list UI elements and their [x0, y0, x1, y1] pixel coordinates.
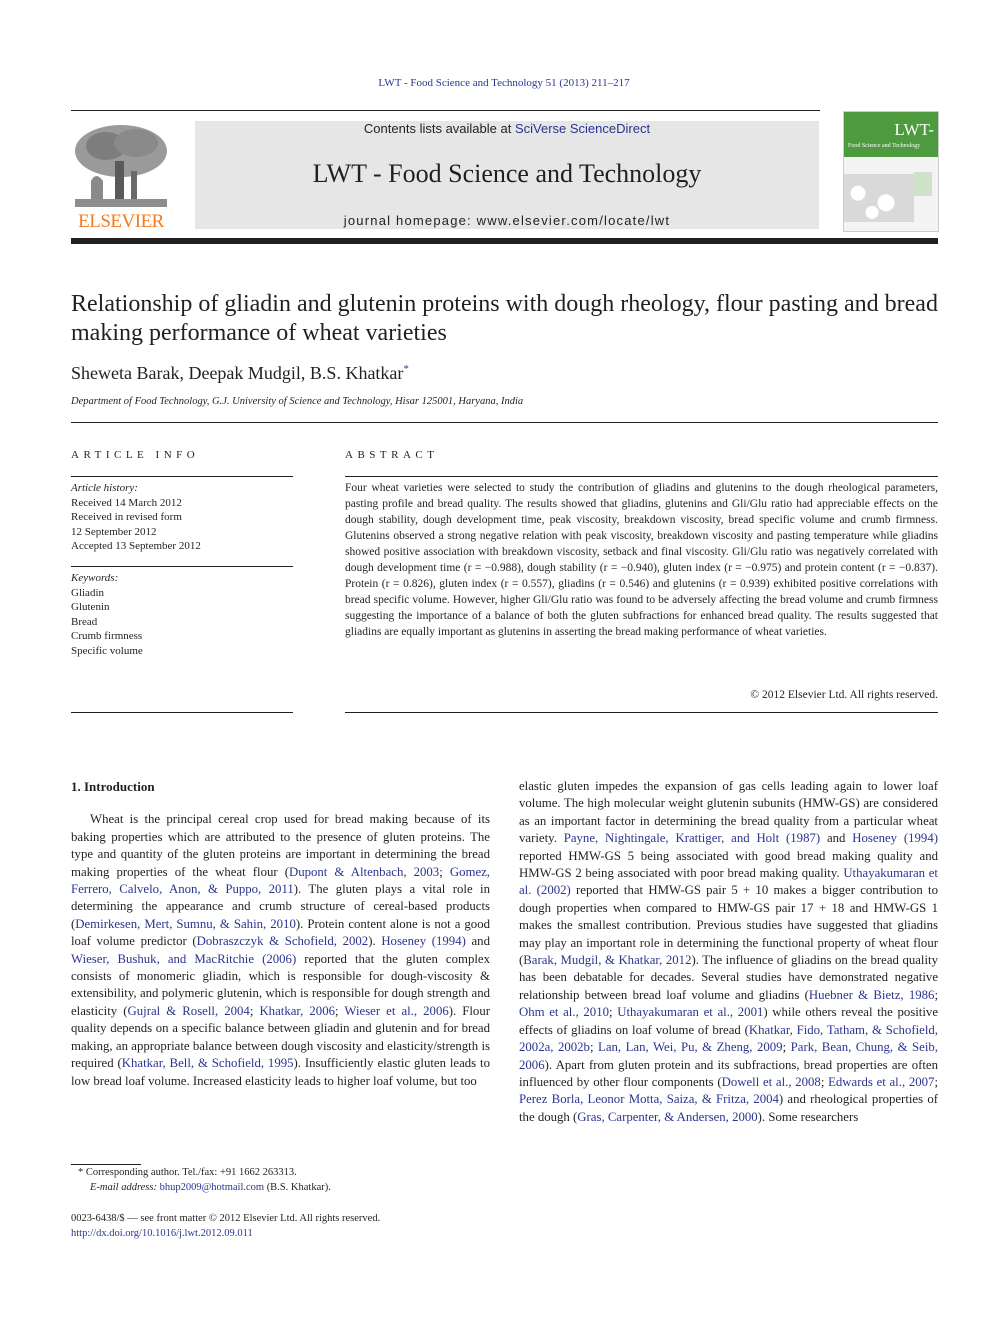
- citation-link[interactable]: Ohm et al., 2010: [519, 1005, 609, 1019]
- header-rule: [71, 110, 820, 111]
- keywords-label: Keywords:: [71, 572, 119, 584]
- cover-subtitle: Food Science and Technology: [848, 143, 921, 149]
- abstract-heading: ABSTRACT: [345, 449, 439, 461]
- keyword: Crumb firmness: [71, 630, 143, 642]
- keywords: Keywords: Gliadin Glutenin Bread Crumb f…: [71, 571, 293, 658]
- citation-link[interactable]: Wieser, Bushuk, and MacRitchie (2006): [71, 952, 296, 966]
- body-text: ;: [335, 1003, 345, 1018]
- corresponding-author-mark[interactable]: *: [403, 363, 409, 375]
- journal-homepage[interactable]: journal homepage: www.elsevier.com/locat…: [195, 213, 819, 228]
- citation-link[interactable]: Hoseney (1994): [381, 934, 466, 948]
- body-column-right: elastic gluten impedes the expansion of …: [519, 778, 938, 1126]
- corresponding-footnote: * Corresponding author. Tel./fax: +91 16…: [78, 1165, 331, 1195]
- affiliation-rule: [71, 422, 938, 423]
- article-title: Relationship of gliadin and glutenin pro…: [71, 291, 938, 346]
- elsevier-wordmark: ELSEVIER: [78, 211, 164, 232]
- divider: [71, 566, 293, 567]
- history-item: Received in revised form: [71, 511, 182, 523]
- divider: [71, 712, 293, 713]
- email-line: E-mail address: bhup2009@hotmail.com (B.…: [78, 1180, 331, 1195]
- header-thick-rule: [71, 238, 938, 244]
- body-text: ;: [439, 864, 450, 879]
- intro-paragraph-continued: elastic gluten impedes the expansion of …: [519, 778, 938, 1126]
- body-text: ).: [368, 934, 382, 949]
- citation-link[interactable]: Edwards et al., 2007: [828, 1075, 934, 1089]
- citation-link[interactable]: Dobraszczyk & Schofield, 2002: [197, 934, 369, 948]
- history-label: Article history:: [71, 482, 138, 494]
- keyword: Bread: [71, 615, 98, 628]
- cover-title: LWT-: [894, 120, 934, 139]
- history-item: 12 September 2012: [71, 525, 157, 538]
- body-text: ;: [782, 1040, 791, 1055]
- body-text: ;: [589, 1040, 599, 1055]
- citation-link[interactable]: Wieser et al., 2006: [344, 1004, 448, 1018]
- email-label: E-mail address:: [90, 1182, 160, 1193]
- cover-image: [844, 174, 914, 222]
- keyword: Gliadin: [71, 586, 104, 599]
- intro-paragraph: Wheat is the principal cereal crop used …: [71, 811, 490, 1090]
- author-list: Sheweta Barak, Deepak Mudgil, B.S. Khatk…: [71, 363, 404, 383]
- citation-link[interactable]: Hoseney (1994): [852, 831, 938, 845]
- citation-link[interactable]: Gras, Carpenter, & Andersen, 2000: [577, 1110, 757, 1124]
- history-item: Accepted 13 September 2012: [71, 540, 201, 552]
- journal-title: LWT - Food Science and Technology: [312, 159, 702, 188]
- citation-link[interactable]: Khatkar, Bell, & Schofield, 1995: [122, 1056, 294, 1070]
- contents-line: Contents lists available at SciVerse Sci…: [195, 121, 819, 136]
- front-matter: 0023-6438/$ — see front matter © 2012 El…: [71, 1211, 380, 1241]
- journal-banner: Contents lists available at SciVerse Sci…: [195, 121, 819, 229]
- corresponding-author-note: * Corresponding author. Tel./fax: +91 16…: [78, 1167, 297, 1178]
- divider: [345, 712, 938, 713]
- keyword: Glutenin: [71, 601, 110, 613]
- divider: [345, 476, 938, 477]
- citation-link[interactable]: Lan, Lan, Wei, Pu, & Zheng, 2009: [598, 1040, 783, 1054]
- body-text: ;: [934, 1074, 938, 1089]
- article-history: Article history: Received 14 March 2012 …: [71, 481, 293, 554]
- body-text: ;: [934, 987, 938, 1002]
- citation-link[interactable]: Dupont & Altenbach, 2003: [289, 865, 439, 879]
- citation-link[interactable]: Khatkar, 2006: [259, 1004, 335, 1018]
- history-item: Received 14 March 2012: [71, 496, 182, 509]
- citation-link[interactable]: Barak, Mudgil, & Khatkar, 2012: [523, 953, 691, 967]
- body-text: and: [820, 831, 853, 846]
- affiliation: Department of Food Technology, G.J. Univ…: [71, 396, 524, 407]
- authors: Sheweta Barak, Deepak Mudgil, B.S. Khatk…: [71, 363, 409, 384]
- citation-link[interactable]: Huebner & Bietz, 1986: [809, 988, 935, 1002]
- sciencedirect-link[interactable]: SciVerse ScienceDirect: [515, 121, 650, 136]
- doi-link[interactable]: http://dx.doi.org/10.1016/j.lwt.2012.09.…: [71, 1226, 380, 1241]
- body-text: ;: [609, 1005, 618, 1020]
- keyword: Specific volume: [71, 644, 143, 657]
- divider: [71, 476, 293, 477]
- elsevier-logo: ELSEVIER: [71, 121, 171, 233]
- body-column-left: 1. Introduction Wheat is the principal c…: [71, 778, 490, 1090]
- abstract-copyright: © 2012 Elsevier Ltd. All rights reserved…: [750, 689, 938, 701]
- journal-cover[interactable]: LWT- Food Science and Technology: [843, 111, 939, 232]
- citation-link[interactable]: Payne, Nightingale, Krattiger, and Holt …: [564, 831, 820, 845]
- citation-link[interactable]: Perez Borla, Leonor Motta, Saiza, & Frit…: [519, 1092, 779, 1106]
- abstract-text: Four wheat varieties were selected to st…: [345, 482, 938, 638]
- citation-link[interactable]: Gujral & Rosell, 2004: [128, 1004, 250, 1018]
- citation-link[interactable]: Demirkesen, Mert, Sumnu, & Sahin, 2010: [75, 917, 296, 931]
- citation-link[interactable]: Dowell et al., 2008: [722, 1075, 821, 1089]
- body-text: ). Some researchers: [757, 1109, 859, 1124]
- article-info-heading: ARTICLE INFO: [71, 449, 200, 461]
- section-heading: 1. Introduction: [71, 779, 155, 794]
- contents-prefix: Contents lists available at: [363, 121, 515, 136]
- front-matter-text: 0023-6438/$ — see front matter © 2012 El…: [71, 1213, 381, 1224]
- body-text: and: [465, 934, 490, 949]
- body-text: ;: [820, 1074, 829, 1089]
- email-suffix: (B.S. Khatkar).: [264, 1182, 331, 1193]
- cover-shape: [914, 172, 932, 196]
- email-link[interactable]: bhup2009@hotmail.com: [160, 1182, 264, 1193]
- tree-icon: [71, 121, 171, 209]
- citation-link[interactable]: Uthayakumaran et al., 2001: [617, 1005, 763, 1019]
- running-head[interactable]: LWT - Food Science and Technology 51 (20…: [0, 77, 992, 89]
- body-text: ;: [249, 1003, 260, 1018]
